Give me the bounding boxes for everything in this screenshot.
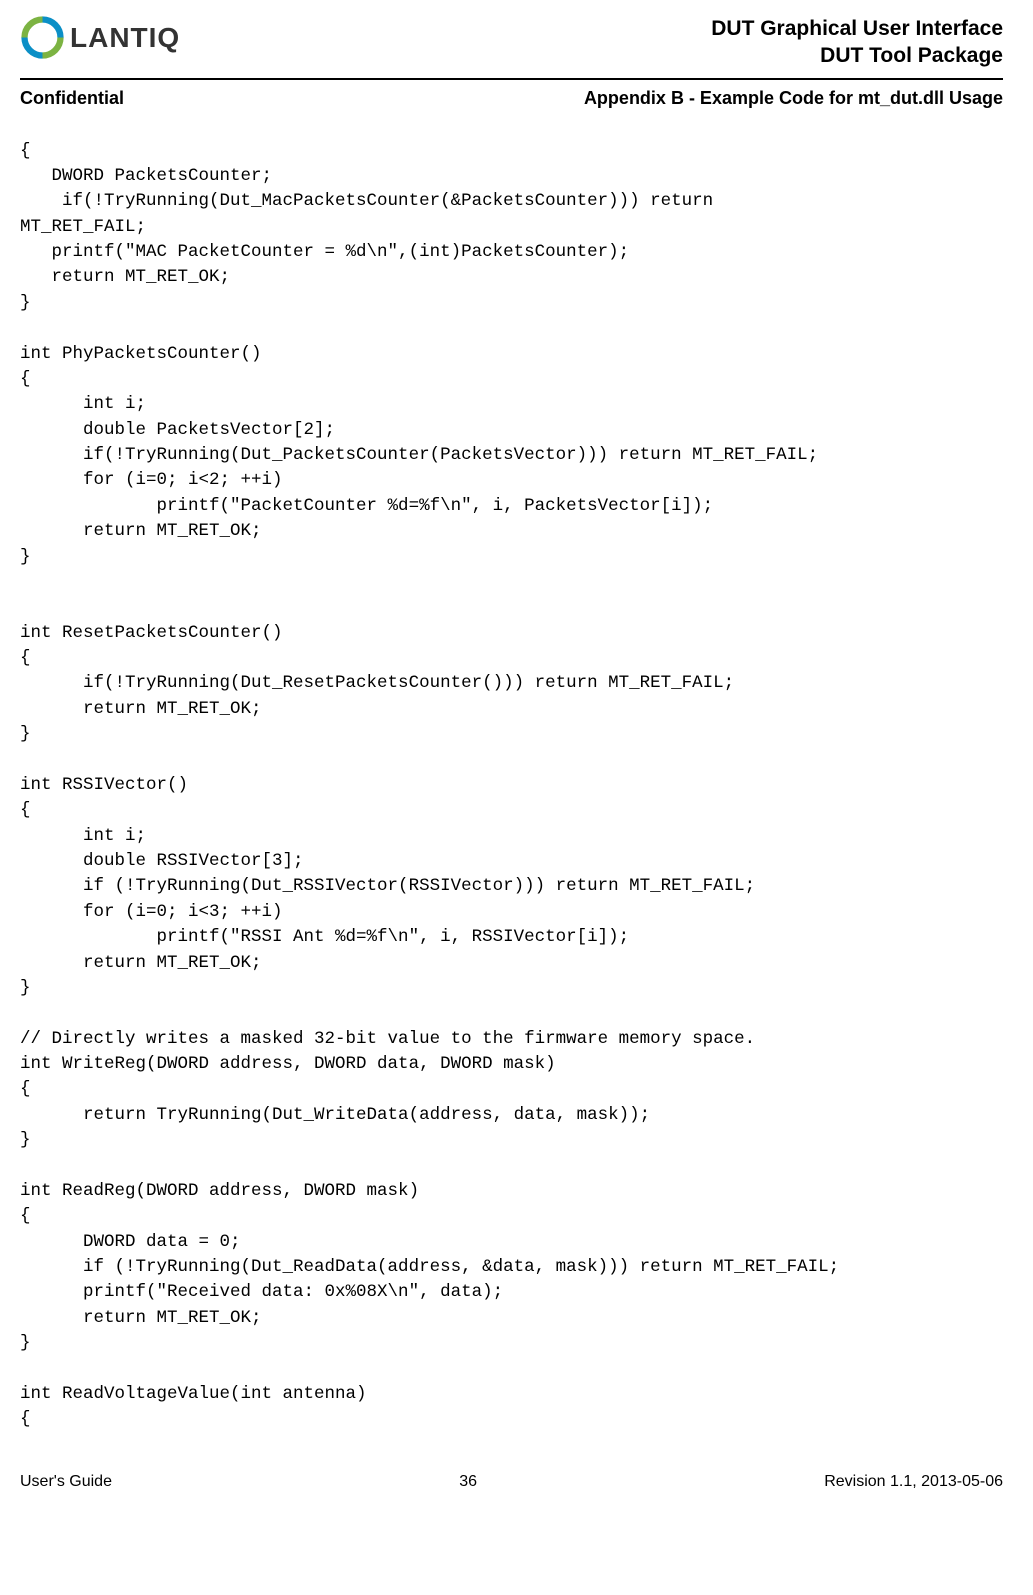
header-divider bbox=[20, 78, 1003, 80]
logo-text: LANTIQ bbox=[70, 22, 180, 54]
confidential-label: Confidential bbox=[20, 88, 124, 109]
footer-left: User's Guide bbox=[20, 1473, 112, 1491]
footer-page-number: 36 bbox=[459, 1473, 477, 1491]
page-footer: User's Guide 36 Revision 1.1, 2013-05-06 bbox=[20, 1473, 1003, 1491]
logo-icon bbox=[20, 15, 65, 60]
code-content: { DWORD PacketsCounter; if(!TryRunning(D… bbox=[20, 139, 1003, 1433]
header-title-line1: DUT Graphical User Interface bbox=[711, 15, 1003, 42]
appendix-title: Appendix B - Example Code for mt_dut.dll… bbox=[584, 88, 1003, 109]
header-title-line2: DUT Tool Package bbox=[711, 42, 1003, 69]
page-header: LANTIQ DUT Graphical User Interface DUT … bbox=[20, 15, 1003, 70]
header-title: DUT Graphical User Interface DUT Tool Pa… bbox=[711, 15, 1003, 70]
sub-header: Confidential Appendix B - Example Code f… bbox=[20, 88, 1003, 109]
footer-revision: Revision 1.1, 2013-05-06 bbox=[824, 1473, 1003, 1491]
logo: LANTIQ bbox=[20, 15, 180, 60]
document-page: LANTIQ DUT Graphical User Interface DUT … bbox=[0, 0, 1033, 1511]
